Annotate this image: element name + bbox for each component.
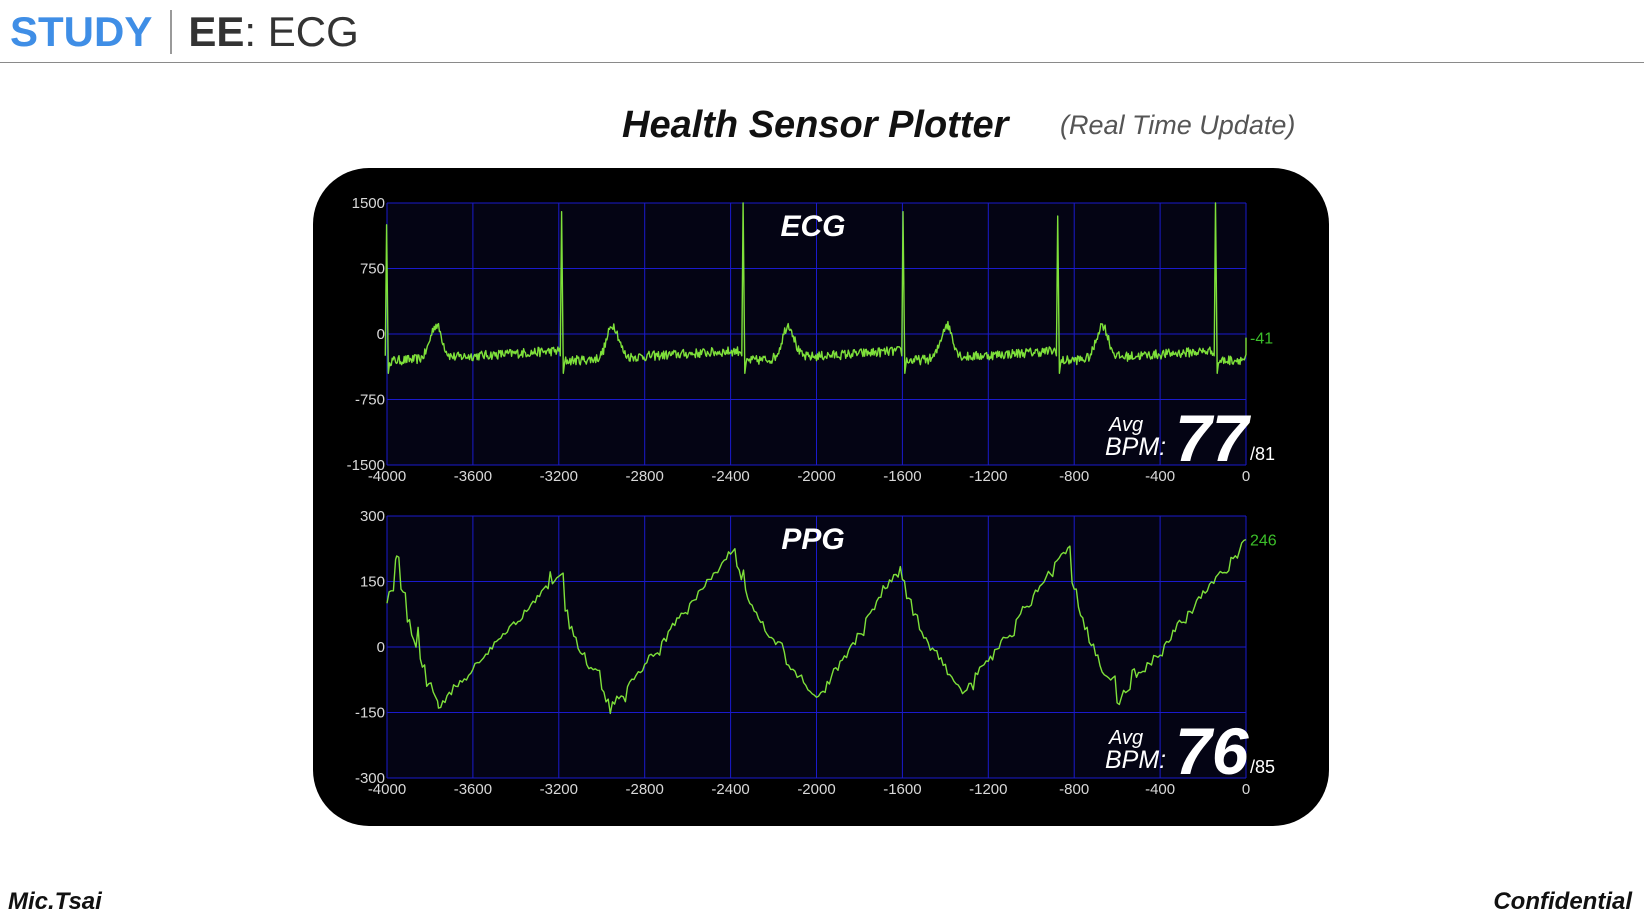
brand-ee: EE (188, 8, 245, 55)
ppg-y-tick-label: 300 (360, 508, 385, 525)
ppg-x-tick-label: -400 (1145, 781, 1175, 798)
ecg-x-tick-label: -3600 (454, 468, 492, 485)
ecg-x-tick-label: -1200 (969, 468, 1007, 485)
plotter-panel: -400 0 -3600 -3200 -2800 -2400 -2000 -1600 -1200… (313, 168, 1329, 826)
ecg-y-tick-label: -750 (355, 392, 385, 409)
footer-confidential: Confidential (1493, 888, 1632, 915)
page-title: Health Sensor Plotter (622, 104, 1009, 146)
ppg-x-tick-label: -2400 (711, 781, 749, 798)
ppg-x-tick-label: -1600 (883, 781, 921, 798)
title-row: Health Sensor Plotter (Real Time Update) (0, 100, 1644, 156)
page-header: STUDY EE : ECG (0, 0, 1644, 63)
ecg-x-tick-label: -3200 (540, 468, 578, 485)
plotter-svg: -400 0 -3600 -3200 -2800 -2400 -2000 -1600 -1200… (347, 195, 1277, 798)
ppg-y-tick-label: 150 (360, 574, 385, 591)
ppg-x-tick-label: -2000 (797, 781, 835, 798)
ppg-x-tick-label: -3200 (540, 781, 578, 798)
ecg-y-tick-label: 0 (377, 326, 385, 343)
ppg-y-tick-label: 0 (377, 639, 385, 656)
brand-title: STUDY EE : ECG (10, 8, 359, 56)
ecg-avg-bpm-value: 77 (1175, 401, 1252, 475)
ppg-x-tick-label: -800 (1059, 781, 1089, 798)
ecg-bpm-label: BPM: (1105, 433, 1166, 461)
brand-divider (170, 10, 173, 54)
ecg-y-tick-label: 1500 (352, 195, 385, 212)
ppg-y-tick-label: -300 (355, 770, 385, 787)
ecg-x-tick-label: -800 (1059, 468, 1089, 485)
brand-topic: : ECG (244, 8, 359, 55)
brand-study: STUDY (10, 8, 153, 55)
ecg-bpm-max: /81 (1250, 444, 1275, 464)
ppg-bpm-label: BPM: (1105, 746, 1166, 774)
ppg-x-tick-label: -2800 (626, 781, 664, 798)
ecg-x-tick-label: -2400 (711, 468, 749, 485)
ppg-current-value: 246 (1250, 533, 1277, 550)
ecg-y-tick-label: -1500 (347, 457, 385, 474)
ppg-x-tick-label: -3600 (454, 781, 492, 798)
ecg-y-tick-label: 750 (360, 261, 385, 278)
ecg-x-tick-label: -400 (1145, 468, 1175, 485)
ppg-bpm-max: /85 (1250, 757, 1275, 777)
ecg-x-tick-label: -1600 (883, 468, 921, 485)
ecg-chart-title: ECG (780, 210, 845, 243)
ecg-x-tick-label: -2800 (626, 468, 664, 485)
ecg-x-tick-label: -2000 (797, 468, 835, 485)
ppg-y-tick-label: -150 (355, 705, 385, 722)
ecg-current-value: -41 (1250, 331, 1273, 348)
ppg-chart-title: PPG (781, 523, 844, 556)
footer-author: Mic.Tsai (8, 888, 102, 915)
ppg-avg-bpm-value: 76 (1175, 714, 1250, 788)
page-subtitle: (Real Time Update) (1060, 110, 1296, 140)
ppg-x-tick-label: -1200 (969, 781, 1007, 798)
